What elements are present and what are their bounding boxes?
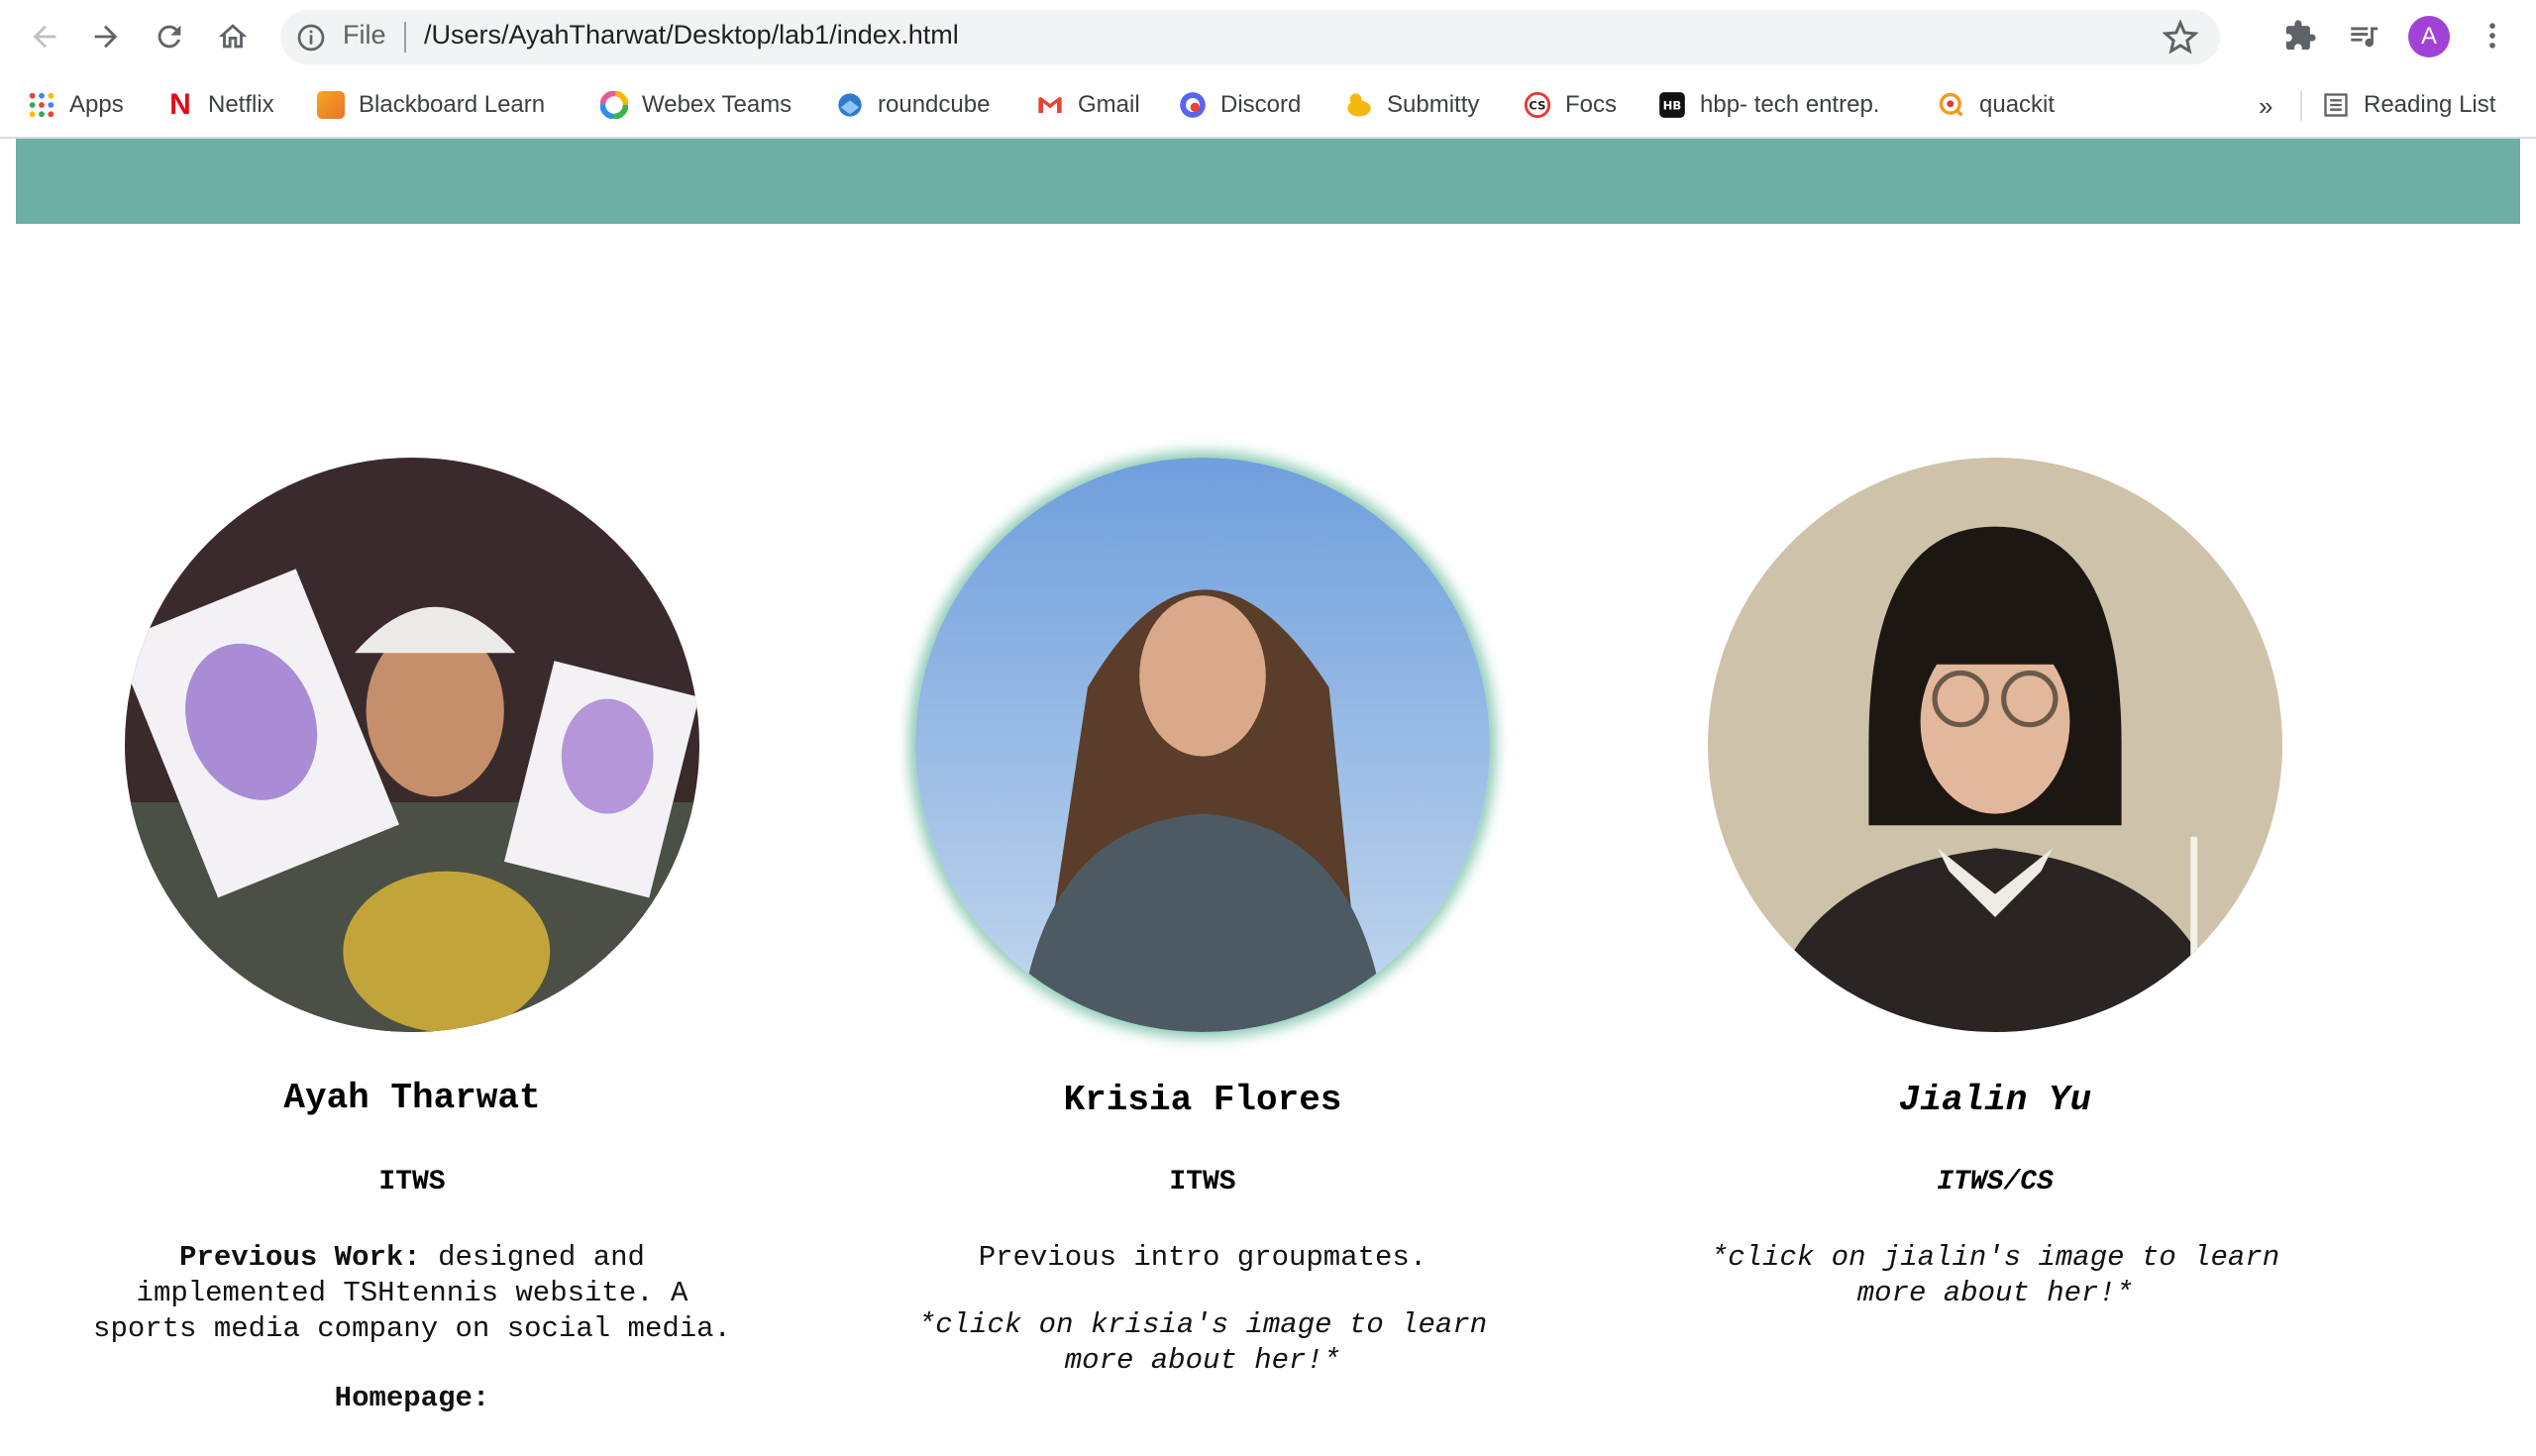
browser-toolbar: File /Users/AyahTharwat/Desktop/lab1/ind… xyxy=(0,0,2536,73)
member-click-hint: *click on jialin's image to learn more a… xyxy=(1599,1240,2391,1311)
bookmark-blackboard[interactable]: Blackboard Learn xyxy=(317,87,545,123)
member-photo-krisia[interactable] xyxy=(915,458,1490,1032)
member-major: ITWS/CS xyxy=(1937,1167,2054,1197)
bookmarks-divider xyxy=(2300,91,2302,121)
roundcube-icon xyxy=(838,93,862,117)
submitty-icon xyxy=(1347,93,1371,117)
webex-icon xyxy=(600,91,628,119)
previous-work-text: sports media company on social media. xyxy=(93,1312,731,1345)
info-icon[interactable] xyxy=(295,22,327,53)
quackit-icon xyxy=(1939,92,1963,117)
more-vert-icon xyxy=(2489,23,2495,49)
home-button[interactable] xyxy=(210,14,256,59)
focs-icon: CS xyxy=(1524,91,1551,119)
bookmark-discord[interactable]: Discord xyxy=(1179,87,1301,123)
profile-avatar[interactable]: A xyxy=(2408,16,2450,57)
bookmark-quackit[interactable]: quackit xyxy=(1938,87,2055,123)
bookmark-star-icon[interactable] xyxy=(2163,20,2198,55)
gmail-icon xyxy=(1038,96,1062,114)
previous-work-text: designed and xyxy=(420,1241,645,1274)
reading-list-button[interactable]: Reading List xyxy=(2322,87,2495,123)
reload-button[interactable] xyxy=(147,14,192,59)
puzzle-icon xyxy=(2285,20,2316,51)
address-separator xyxy=(404,22,406,52)
bookmark-label: roundcube xyxy=(878,91,991,118)
member-name: Krisia Flores xyxy=(1063,1080,1342,1120)
playlist-icon xyxy=(2351,27,2378,48)
member-note: Previous intro groupmates. xyxy=(978,1241,1427,1274)
chrome-menu-button[interactable] xyxy=(2473,16,2512,55)
url-text[interactable]: /Users/AyahTharwat/Desktop/lab1/index.ht… xyxy=(424,20,959,51)
bookmark-gmail[interactable]: Gmail xyxy=(1036,87,1140,123)
bookmark-submitty[interactable]: Submitty xyxy=(1345,87,1479,123)
bookmark-label: Netflix xyxy=(208,91,274,118)
home-icon xyxy=(218,24,248,49)
member-name: Jialin Yu xyxy=(1898,1080,2092,1120)
member-click-hint: *click on krisia's image to learn more a… xyxy=(806,1307,1599,1379)
bookmark-label: Discord xyxy=(1220,91,1302,118)
svg-text:HB: HB xyxy=(1663,99,1682,113)
bookmarks-bar: Apps N Netflix Blackboard Learn Webex Te… xyxy=(0,73,2536,139)
bookmark-label: Submitty xyxy=(1387,91,1480,118)
apps-grid-icon xyxy=(29,92,54,118)
bookmark-focs[interactable]: CS Focs xyxy=(1524,87,1617,123)
bookmark-label: Gmail xyxy=(1078,91,1140,118)
bookmark-hbp[interactable]: HB hbp- tech entrep. xyxy=(1658,87,1879,123)
bookmark-label: quackit xyxy=(1979,91,2056,118)
bookmarks-overflow-button[interactable]: » xyxy=(2259,91,2272,122)
bookmark-label: Apps xyxy=(69,91,124,118)
address-bar[interactable]: File /Users/AyahTharwat/Desktop/lab1/ind… xyxy=(280,10,2220,64)
previous-work-text: implemented TSHtennis website. A xyxy=(136,1277,688,1309)
member-name: Ayah Tharwat xyxy=(283,1078,541,1118)
bookmark-roundcube[interactable]: roundcube xyxy=(836,87,990,123)
media-control-button[interactable] xyxy=(2344,16,2383,55)
arrow-left-icon xyxy=(33,25,56,49)
click-hint-text: *click on krisia's image to learn xyxy=(917,1308,1488,1341)
person-photo-icon xyxy=(915,458,1490,1032)
svg-text:CS: CS xyxy=(1529,99,1545,113)
member-photo-jialin[interactable] xyxy=(1708,458,2282,1032)
reload-icon xyxy=(158,25,181,49)
bookmark-label: Blackboard Learn xyxy=(359,91,546,118)
member-photo-ayah[interactable] xyxy=(125,458,699,1032)
homepage-label: Homepage: xyxy=(334,1382,490,1414)
back-button[interactable] xyxy=(22,14,67,59)
bookmark-label: Focs xyxy=(1565,91,1618,118)
click-hint-text: more about her!* xyxy=(1064,1344,1341,1377)
netflix-icon: N xyxy=(169,88,191,121)
arrow-right-icon xyxy=(94,25,118,49)
person-photo-icon xyxy=(1708,458,2282,1032)
hbp-icon: HB xyxy=(1659,92,1685,118)
click-hint-text: more about her!* xyxy=(1856,1277,2134,1309)
header-banner xyxy=(16,139,2520,224)
person-photo-icon xyxy=(125,458,699,1032)
member-major: ITWS xyxy=(1169,1167,1236,1197)
reading-list-label: Reading List xyxy=(2364,91,2496,118)
bookmark-label: hbp- tech entrep. xyxy=(1700,91,1880,118)
bookmark-netflix[interactable]: N Netflix xyxy=(166,87,274,123)
member-major: ITWS xyxy=(378,1167,446,1197)
file-scheme-label: File xyxy=(343,20,386,50)
discord-icon xyxy=(1180,92,1206,118)
bookmark-webex[interactable]: Webex Teams xyxy=(600,87,792,123)
bookmark-apps[interactable]: Apps xyxy=(28,87,124,123)
bookmark-label: Webex Teams xyxy=(642,91,792,118)
web-page: Ayah Tharwat ITWS Previous Work: designe… xyxy=(0,139,2536,1456)
click-hint-text: *click on jialin's image to learn xyxy=(1710,1241,2280,1274)
extensions-button[interactable] xyxy=(2280,16,2320,55)
forward-button[interactable] xyxy=(83,14,129,59)
reading-list-icon xyxy=(2324,93,2348,117)
blackboard-icon xyxy=(317,91,345,119)
previous-work-label: Previous Work: xyxy=(179,1241,421,1274)
member-previous-work: Previous Work: designed and implemented … xyxy=(16,1240,808,1347)
